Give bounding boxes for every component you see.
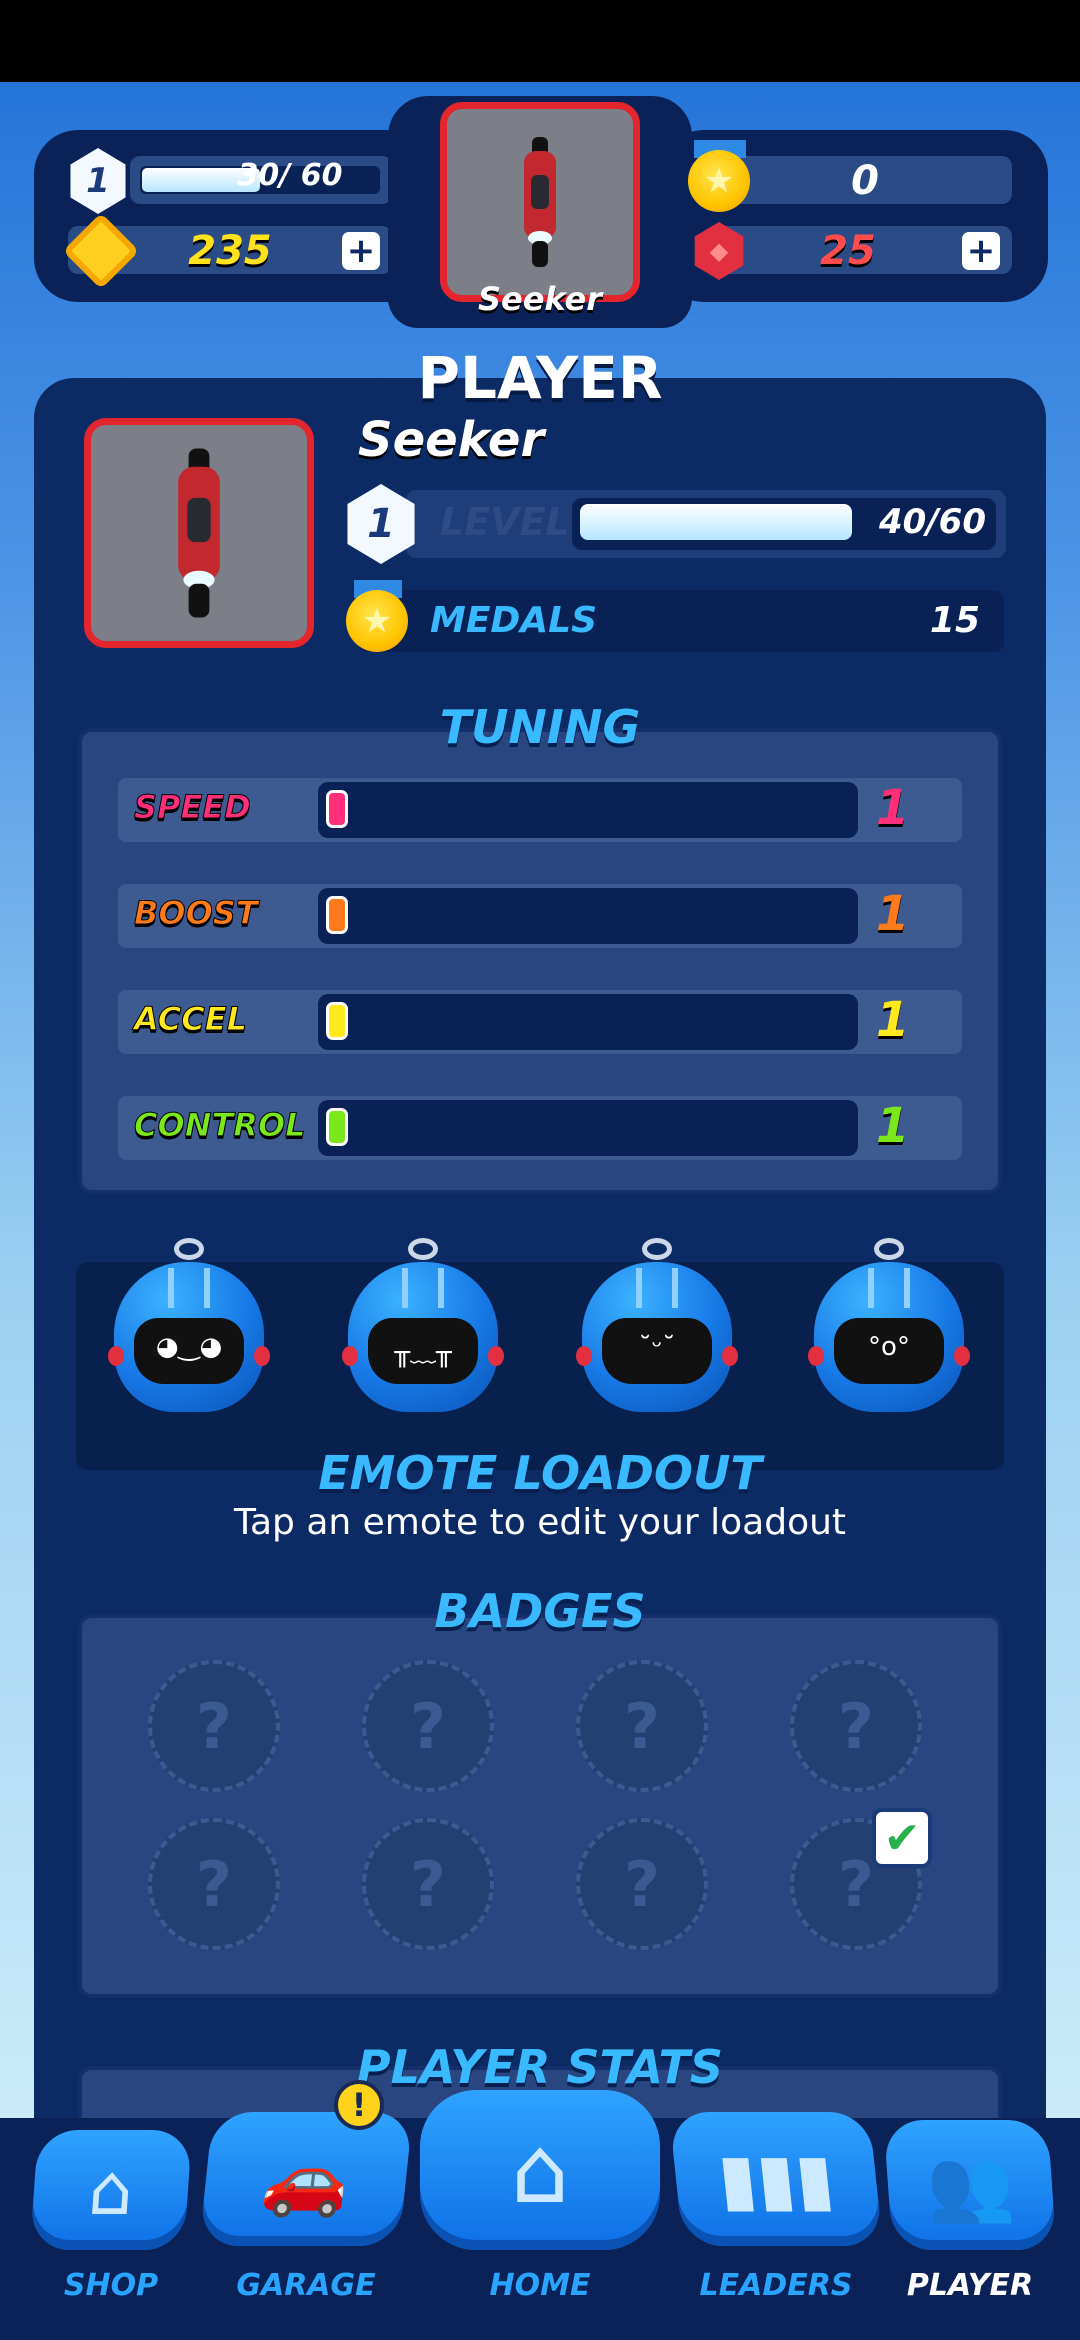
player-avatar-button[interactable] <box>440 102 640 302</box>
level-label: LEVEL <box>440 500 570 544</box>
player-bike-card[interactable] <box>84 418 314 648</box>
level-progress: 40/60 <box>878 502 986 542</box>
medals-value: 15 <box>929 600 980 641</box>
status-bar <box>0 0 1080 82</box>
badge-slot[interactable]: ? <box>576 1818 708 1950</box>
stat-bar-control <box>318 1100 858 1156</box>
nav-shop-label: SHOP <box>63 2268 159 2303</box>
badge-slot[interactable]: ? <box>148 1660 280 1792</box>
coins-count: 235 <box>188 228 272 274</box>
nav-player-button[interactable]: 👥 <box>883 2120 1057 2250</box>
badge-slot[interactable]: ? <box>148 1818 280 1950</box>
nav-home-label: HOME <box>489 2268 591 2303</box>
player-medal-icon: ★ <box>346 590 408 652</box>
stat-value-boost: 1 <box>876 886 910 942</box>
leaderboard-icon: ▮▮▮ <box>713 2138 839 2220</box>
medal-star: ★ <box>703 161 735 201</box>
medal-star: ★ <box>361 601 393 641</box>
stat-label-boost: BOOST <box>134 894 259 933</box>
emote-happy-button[interactable]: ◕‿◕ <box>108 1238 270 1414</box>
badge-unknown-icon: ? <box>410 1847 446 1921</box>
emote-loadout-title: EMOTE LOADOUT <box>318 1446 762 1500</box>
player-name: Seeker <box>358 412 545 468</box>
medals-label: MEDALS <box>430 600 598 641</box>
medal-icon: ★ <box>688 150 750 212</box>
page-title: PLAYER <box>417 344 663 412</box>
nav-garage-button[interactable]: 🚗 <box>198 2112 414 2246</box>
add-coins-button[interactable]: + <box>342 232 380 270</box>
stat-pip-control <box>326 1108 348 1146</box>
badge-unknown-icon: ? <box>838 1689 874 1763</box>
hud-level: 1 <box>86 161 110 201</box>
badge-slot[interactable]: ? <box>790 1660 922 1792</box>
motorbike-icon <box>170 448 227 618</box>
badge-slot[interactable]: ? <box>362 1818 494 1950</box>
xp-slot: 30/ 60 <box>130 156 392 204</box>
emote-happy-face: ◕‿◕ <box>155 1332 223 1362</box>
emote-surprised-button[interactable]: °o° <box>808 1238 970 1414</box>
badge-unknown-icon: ? <box>624 1689 660 1763</box>
nav-leaders-button[interactable]: ▮▮▮ <box>668 2112 884 2246</box>
emote-surprised-face: °o° <box>868 1332 910 1362</box>
car-icon: 🚗 <box>258 2137 354 2220</box>
stat-value-speed: 1 <box>876 780 910 836</box>
nav-shop-button[interactable]: ⌂ <box>29 2130 193 2250</box>
stat-label-speed: SPEED <box>134 788 252 827</box>
nav-home-button[interactable]: ⌂ <box>420 2090 660 2250</box>
badge-unknown-icon: ? <box>624 1847 660 1921</box>
stat-label-accel: ACCEL <box>134 1000 248 1039</box>
player-level: 1 <box>367 501 395 547</box>
badge-slot[interactable]: ? <box>576 1660 708 1792</box>
nav-player-label: PLAYER <box>906 2268 1034 2303</box>
stat-value-control: 1 <box>876 1098 910 1154</box>
emote-crying-face: ╥﹏╥ <box>394 1338 452 1368</box>
badge-unknown-icon: ? <box>838 1847 874 1921</box>
stat-bar-speed <box>318 782 858 838</box>
stat-bar-accel <box>318 994 858 1050</box>
badge-slot[interactable]: ? <box>362 1660 494 1792</box>
tuning-title: TUNING <box>439 700 641 754</box>
badges-title: BADGES <box>434 1584 646 1638</box>
stat-value-accel: 1 <box>876 992 910 1048</box>
checkmark-icon[interactable]: ✔ <box>872 1808 932 1868</box>
nav-garage-label: GARAGE <box>236 2268 376 2303</box>
emote-crying-button[interactable]: ╥﹏╥ <box>342 1238 504 1414</box>
emote-blushing-face: ˘ᵕ˘ <box>638 1332 676 1362</box>
stat-pip-speed <box>326 790 348 828</box>
stat-label-control: CONTROL <box>134 1106 307 1145</box>
level-bar-fill <box>580 504 852 540</box>
home-icon: ⌂ <box>510 2116 570 2224</box>
stat-pip-accel <box>326 1002 348 1040</box>
nav-leaders-label: LEADERS <box>699 2268 853 2303</box>
medals-slot: 0 <box>718 156 1012 204</box>
alert-icon: ! <box>334 2080 384 2130</box>
friends-icon: 👥 <box>923 2143 1017 2226</box>
hud-medals-count: 0 <box>851 158 879 204</box>
badge-unknown-icon: ? <box>196 1847 232 1921</box>
stat-pip-boost <box>326 896 348 934</box>
emote-loadout-subtitle: Tap an emote to edit your loadout <box>233 1502 847 1543</box>
stat-bar-boost <box>318 888 858 944</box>
hud-player-name: Seeker <box>477 280 603 318</box>
add-rubies-button[interactable]: + <box>962 232 1000 270</box>
badge-unknown-icon: ? <box>196 1689 232 1763</box>
motorbike-icon <box>518 137 562 267</box>
xp-text: 30/ 60 <box>237 158 343 193</box>
shop-icon: ⌂ <box>85 2149 137 2231</box>
emote-blushing-button[interactable]: ˘ᵕ˘ <box>576 1238 738 1414</box>
badge-unknown-icon: ? <box>410 1689 446 1763</box>
